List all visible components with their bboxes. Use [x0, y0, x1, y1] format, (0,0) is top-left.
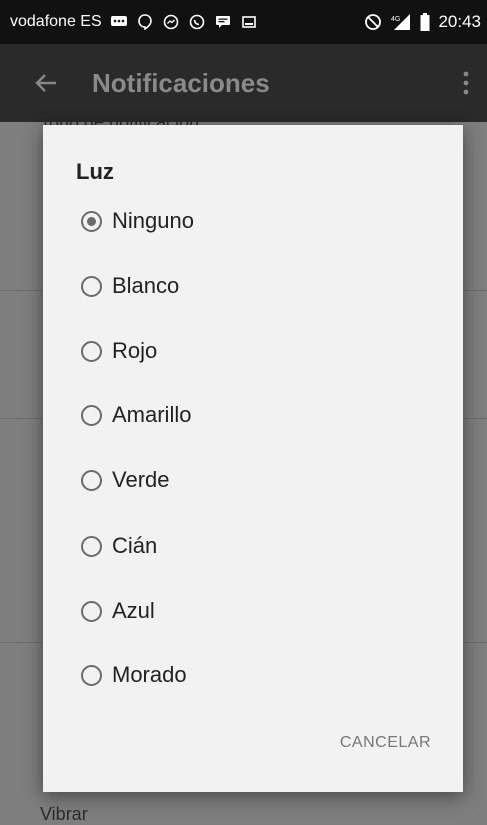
back-arrow-icon[interactable]: [34, 70, 60, 96]
option-rojo[interactable]: Rojo: [81, 331, 157, 371]
dialog-title: Luz: [76, 159, 114, 184]
option-azul[interactable]: Azul: [81, 591, 155, 631]
option-label: Azul: [112, 598, 155, 623]
light-selection-dialog: Luz Ninguno Blanco Rojo Amarillo Verde C…: [43, 125, 463, 792]
radio-button-selected[interactable]: [81, 210, 102, 232]
setting-vibrate: Vibrar: [40, 804, 88, 824]
option-label: Ninguno: [112, 208, 194, 233]
option-cian[interactable]: Cián: [81, 526, 157, 566]
status-bar: vodafone ES 4G 20:43: [0, 0, 487, 44]
app-bar: Notificaciones: [0, 44, 487, 122]
radio-button[interactable]: [81, 469, 102, 491]
carrier-name: vodafone ES: [10, 13, 102, 30]
option-blanco[interactable]: Blanco: [81, 266, 179, 306]
radio-button[interactable]: [81, 664, 102, 686]
option-morado[interactable]: Morado: [81, 655, 187, 695]
battery-icon: [420, 13, 430, 31]
option-verde[interactable]: Verde: [81, 460, 170, 500]
radio-button[interactable]: [81, 535, 102, 557]
option-amarillo[interactable]: Amarillo: [81, 395, 191, 435]
radio-button[interactable]: [81, 404, 102, 426]
cancel-button[interactable]: CANCELAR: [340, 734, 431, 752]
radio-button[interactable]: [81, 340, 102, 362]
option-label: Verde: [112, 467, 170, 492]
signal-icon: 4G: [390, 14, 412, 30]
page-title: Notificaciones: [92, 67, 270, 98]
message-icon: [110, 15, 128, 29]
option-ninguno[interactable]: Ninguno: [81, 201, 194, 241]
option-label: Amarillo: [112, 402, 192, 427]
option-label: Morado: [112, 662, 187, 687]
radio-button[interactable]: [81, 275, 102, 297]
notification-icons: [110, 14, 258, 30]
messenger-icon: [162, 14, 180, 30]
option-label: Rojo: [112, 338, 158, 363]
do-not-disturb-icon: [364, 14, 382, 30]
more-options-icon[interactable]: [463, 71, 469, 95]
option-label: Blanco: [112, 273, 180, 298]
chat-icon: [214, 15, 232, 29]
whatsapp-icon: [188, 14, 206, 30]
hangouts-icon: [136, 14, 154, 30]
image-icon: [240, 15, 258, 29]
radio-button[interactable]: [81, 600, 102, 622]
svg-text:4G: 4G: [391, 16, 400, 23]
clock: 20:43: [438, 12, 481, 31]
option-label: Cián: [112, 533, 158, 558]
